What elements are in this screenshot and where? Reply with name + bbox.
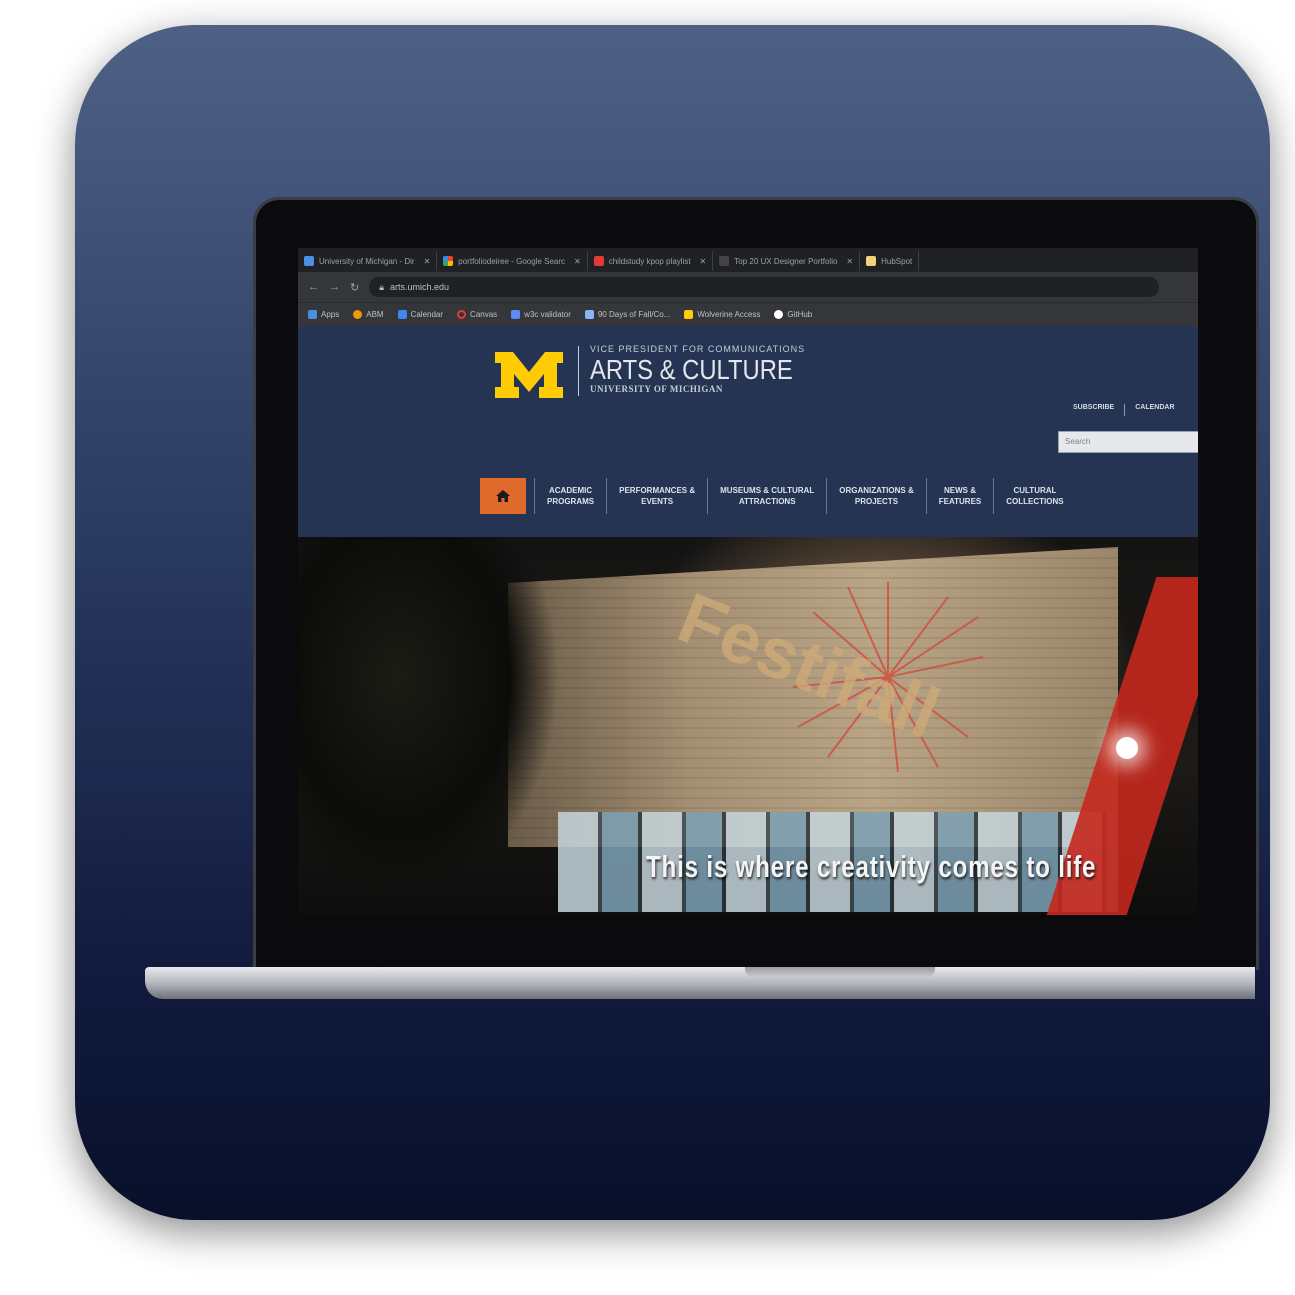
- favicon-icon: [443, 256, 454, 266]
- logo-divider: [578, 346, 579, 396]
- nav-label: ACADEMIC: [549, 486, 593, 495]
- calendar-icon: [397, 310, 407, 319]
- main-navigation: ACADEMIC PROGRAMS PERFORMANCES & EVENTS MU…: [480, 478, 1076, 514]
- calendar-link[interactable]: CALENDAR: [1135, 404, 1174, 416]
- tab-label: University of Michigan - Dir: [319, 256, 415, 266]
- home-button[interactable]: [480, 478, 526, 514]
- streetlight: [1116, 737, 1138, 759]
- close-tab-icon[interactable]: ✕: [574, 257, 581, 266]
- bookmark-label: w3c validator: [524, 310, 571, 319]
- logo-office-name: VICE PRESIDENT FOR COMMUNICATIONS: [590, 344, 806, 354]
- bookmark-w3c[interactable]: w3c validator: [511, 310, 571, 319]
- browser-tab[interactable]: childstudy kpop playlist ✕: [588, 251, 714, 271]
- nav-label: NEWS &: [944, 486, 976, 495]
- site-search-input[interactable]: Search: [1058, 431, 1198, 453]
- nav-label: PROGRAMS: [547, 497, 595, 506]
- hero-tagline: This is where creativity comes to life: [646, 849, 1097, 884]
- browser-tab-bar: University of Michigan - Dir ✕ portfolio…: [298, 248, 1198, 272]
- browser-tab[interactable]: University of Michigan - Dir ✕: [298, 251, 438, 271]
- laptop-base: [145, 967, 1255, 999]
- favicon-icon: [304, 256, 314, 266]
- bookmarks-bar: Apps ABM Calendar Canvas w3c validator 9…: [298, 302, 1198, 326]
- browser-tab[interactable]: HubSpot: [860, 251, 920, 271]
- favicon-icon: [866, 256, 877, 266]
- logo-title[interactable]: ARTS & CULTURE: [590, 354, 793, 386]
- close-tab-icon[interactable]: ✕: [424, 257, 431, 266]
- bookmark-label: Apps: [321, 310, 340, 319]
- michigan-block-m-logo[interactable]: [493, 350, 565, 400]
- tab-label: HubSpot: [881, 256, 913, 266]
- laptop-screen: University of Michigan - Dir ✕ portfolio…: [298, 248, 1198, 915]
- nav-label: ORGANIZATIONS &: [839, 486, 914, 495]
- nav-museums-attractions[interactable]: MUSEUMS & CULTURAL ATTRACTIONS: [707, 478, 826, 514]
- bookmark-90-days[interactable]: 90 Days of Fall/Co...: [584, 310, 671, 319]
- utility-divider: [1124, 404, 1126, 416]
- bookmark-label: Calendar: [410, 310, 444, 319]
- tab-label: Top 20 UX Designer Portfolio: [734, 256, 838, 266]
- lock-icon: 🔒︎: [379, 281, 385, 292]
- nav-news-features[interactable]: NEWS & FEATURES: [925, 478, 994, 514]
- nav-label: FEATURES: [938, 497, 982, 506]
- bookmark-label: GitHub: [787, 310, 813, 319]
- bookmark-github[interactable]: GitHub: [774, 310, 812, 319]
- address-url: arts.umich.edu: [390, 282, 450, 292]
- forward-arrow-icon[interactable]: →: [329, 281, 340, 293]
- logo-university: UNIVERSITY OF MICHIGAN: [590, 384, 723, 394]
- michigan-m-icon: [684, 310, 694, 319]
- back-arrow-icon[interactable]: ←: [308, 281, 319, 293]
- favicon-icon: [719, 256, 730, 266]
- hero-trees: [298, 537, 558, 915]
- close-tab-icon[interactable]: ✕: [846, 257, 853, 266]
- bookmark-abm[interactable]: ABM: [353, 310, 384, 319]
- browser-toolbar: ← → ↻ 🔒︎ arts.umich.edu: [298, 272, 1198, 302]
- nav-label: COLLECTIONS: [1006, 497, 1064, 506]
- utility-links: SUBSCRIBE CALENDAR: [1073, 404, 1175, 416]
- github-icon: [774, 310, 784, 319]
- bookmark-wolverine-access[interactable]: Wolverine Access: [684, 310, 760, 319]
- nav-performances-events[interactable]: PERFORMANCES & EVENTS: [606, 478, 707, 514]
- laptop-opening-notch: [745, 967, 935, 977]
- nav-label: MUSEUMS & CULTURAL: [720, 486, 815, 495]
- browser-tab[interactable]: Top 20 UX Designer Portfolio ✕: [713, 251, 861, 271]
- tab-label: portfoliodeiree - Google Searc: [458, 256, 566, 266]
- bookmark-calendar[interactable]: Calendar: [397, 310, 444, 319]
- nav-label: CULTURAL: [1013, 486, 1057, 495]
- reload-icon[interactable]: ↻: [350, 281, 359, 294]
- tab-label: childstudy kpop playlist: [608, 256, 691, 266]
- nav-organizations-projects[interactable]: ORGANIZATIONS & PROJECTS: [826, 478, 926, 514]
- nav-cultural-collections[interactable]: CULTURAL COLLECTIONS: [993, 478, 1075, 514]
- bookmark-label: 90 Days of Fall/Co...: [597, 310, 671, 319]
- close-tab-icon[interactable]: ✕: [700, 257, 707, 266]
- nav-label: PERFORMANCES &: [619, 486, 696, 495]
- bookmark-label: ABM: [366, 310, 384, 319]
- hero-image: Festifall This is where creativity comes…: [298, 537, 1198, 915]
- nav-academic-programs[interactable]: ACADEMIC PROGRAMS: [534, 478, 606, 514]
- w3c-icon: [511, 310, 521, 319]
- bookmark-apps[interactable]: Apps: [308, 310, 339, 319]
- address-bar[interactable]: 🔒︎ arts.umich.edu: [369, 277, 1160, 297]
- apps-grid-icon: [308, 310, 317, 319]
- youtube-icon: [593, 256, 604, 266]
- document-icon: [584, 310, 594, 319]
- site-header: VICE PRESIDENT FOR COMMUNICATIONS ARTS &…: [298, 326, 1198, 537]
- home-icon: [496, 490, 510, 502]
- browser-tab[interactable]: portfoliodeiree - Google Searc ✕: [437, 251, 588, 271]
- bookmark-label: Canvas: [470, 310, 498, 319]
- abm-icon: [353, 310, 363, 319]
- nav-label: EVENTS: [641, 497, 674, 506]
- subscribe-link[interactable]: SUBSCRIBE: [1073, 404, 1114, 416]
- nav-label: ATTRACTIONS: [738, 497, 796, 506]
- nav-label: PROJECTS: [854, 497, 899, 506]
- bookmark-canvas[interactable]: Canvas: [457, 310, 497, 319]
- bookmark-label: Wolverine Access: [697, 310, 761, 319]
- canvas-icon: [457, 310, 467, 319]
